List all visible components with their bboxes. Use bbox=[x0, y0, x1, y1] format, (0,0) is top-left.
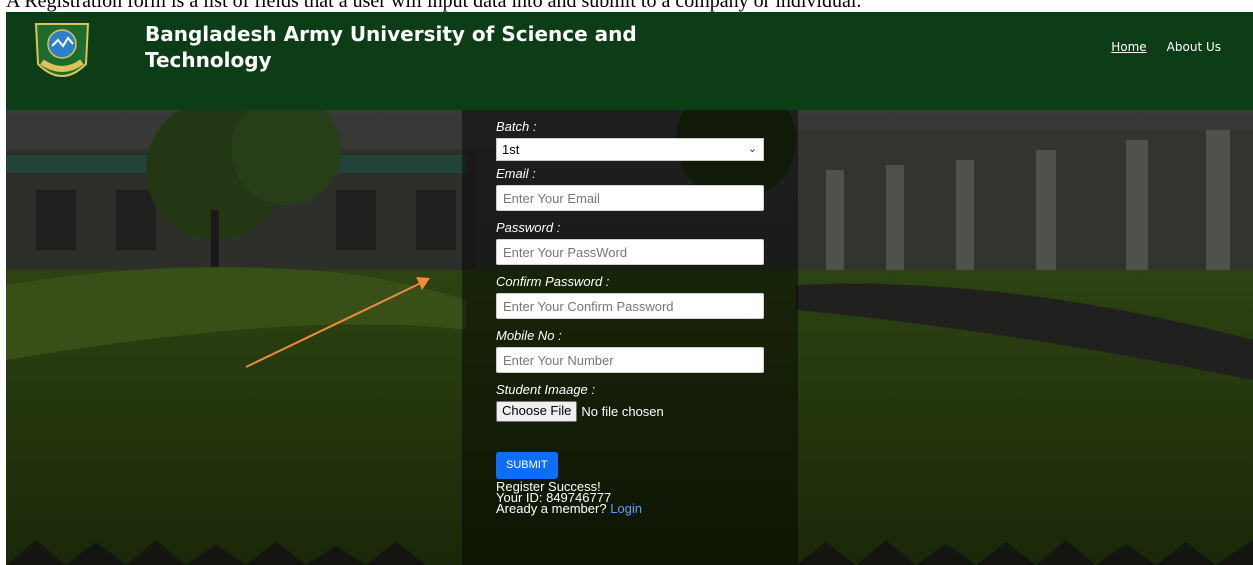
registration-form: Batch : 1st ⌄ Email : Password : Confirm… bbox=[496, 118, 766, 516]
baust-logo bbox=[34, 23, 90, 77]
file-input: Choose File No file chosen bbox=[496, 401, 766, 422]
email-label: Email : bbox=[496, 166, 536, 181]
chevron-down-icon: ⌄ bbox=[747, 143, 757, 155]
batch-label: Batch : bbox=[496, 119, 537, 134]
result-messages: Register Success! Your ID: 849746777 Are… bbox=[496, 480, 766, 516]
password-field[interactable] bbox=[496, 239, 764, 265]
confirm-password-label: Confirm Password : bbox=[496, 274, 610, 289]
member-text: Aready a member? bbox=[496, 501, 607, 516]
batch-select[interactable]: 1st ⌄ bbox=[496, 138, 764, 161]
member-prompt: Aready a member? Login bbox=[496, 501, 766, 516]
mobile-label: Mobile No : bbox=[496, 328, 562, 343]
choose-file-button[interactable]: Choose File bbox=[496, 401, 578, 422]
password-label: Password : bbox=[496, 220, 561, 235]
confirm-password-field[interactable] bbox=[496, 293, 764, 319]
browser-screenshot: Batch : 1st ⌄ Email : Password : Confirm… bbox=[6, 12, 1253, 565]
page: A Registration form is a list of fields … bbox=[0, 0, 1253, 565]
batch-select-value: 1st bbox=[502, 142, 520, 157]
top-navbar: Bangladesh Army University of Science an… bbox=[6, 12, 1253, 110]
student-image-label: Student Imaage : bbox=[496, 382, 596, 397]
nav-links: Home About Us bbox=[1111, 40, 1221, 54]
site-title: Bangladesh Army University of Science an… bbox=[145, 21, 665, 73]
nav-home[interactable]: Home bbox=[1111, 40, 1146, 54]
caption-text: A Registration form is a list of fields … bbox=[6, 0, 862, 12]
registration-form-panel: Batch : 1st ⌄ Email : Password : Confirm… bbox=[462, 110, 798, 565]
site-title-line1: Bangladesh Army University of Science an… bbox=[145, 22, 637, 46]
login-link[interactable]: Login bbox=[610, 501, 642, 516]
submit-button[interactable]: SUBMIT bbox=[496, 452, 558, 479]
file-status-text: No file chosen bbox=[581, 404, 664, 419]
nav-about-us[interactable]: About Us bbox=[1167, 40, 1221, 54]
mobile-field[interactable] bbox=[496, 347, 764, 373]
site-title-line2: Technology bbox=[145, 48, 272, 72]
email-field[interactable] bbox=[496, 185, 764, 211]
